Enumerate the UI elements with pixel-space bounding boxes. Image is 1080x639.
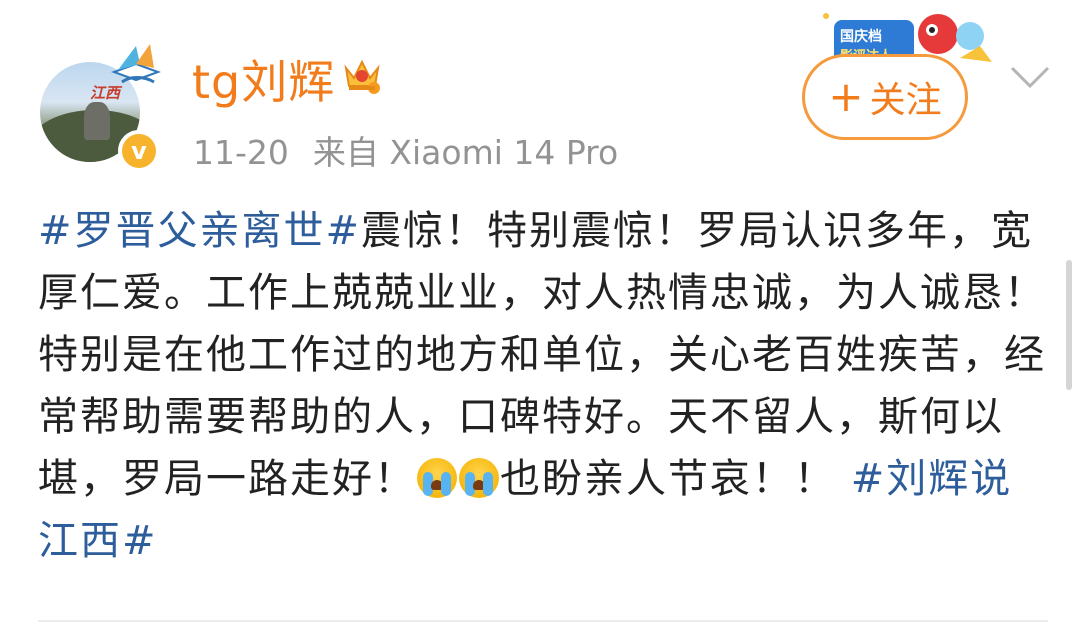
- plus-icon: +: [828, 72, 864, 121]
- hashtag-link[interactable]: #罗晋父亲离世#: [38, 208, 361, 254]
- username[interactable]: tg刘辉: [192, 46, 335, 112]
- scrollbar[interactable]: [1066, 260, 1072, 390]
- divider: [38, 620, 1048, 622]
- post-text-ending: 也盼亲人节哀！！: [500, 456, 836, 502]
- post-source: 来自 Xiaomi 14 Pro: [312, 133, 619, 172]
- follow-button-label: 关注: [869, 80, 942, 121]
- post-timestamp: 11-20: [193, 133, 289, 172]
- post-content: #罗晋父亲离世#震惊！特别震惊！罗局认识多年，宽厚仁爱。工作上兢兢业业，对人热情…: [38, 200, 1048, 572]
- verified-badge-icon: v: [118, 130, 160, 172]
- svg-text:国庆档: 国庆档: [840, 28, 882, 45]
- weibo-post: 江西 v tg刘辉 11-20来自 Xiaomi 14 Pro 国庆档 影评达人…: [0, 0, 1080, 639]
- avatar-rock: [84, 102, 110, 140]
- avatar-container[interactable]: 江西 v: [40, 42, 162, 172]
- follow-button[interactable]: + 关注: [802, 54, 968, 140]
- book-icon: [111, 44, 161, 84]
- post-meta: 11-20 来自 Xiaomi 14 Pro: [193, 126, 618, 174]
- crying-emoji-icon: [417, 458, 457, 498]
- chevron-down-icon[interactable]: [1008, 60, 1052, 92]
- crying-emoji-icon: [459, 458, 499, 498]
- crown-vip-icon[interactable]: [340, 52, 384, 96]
